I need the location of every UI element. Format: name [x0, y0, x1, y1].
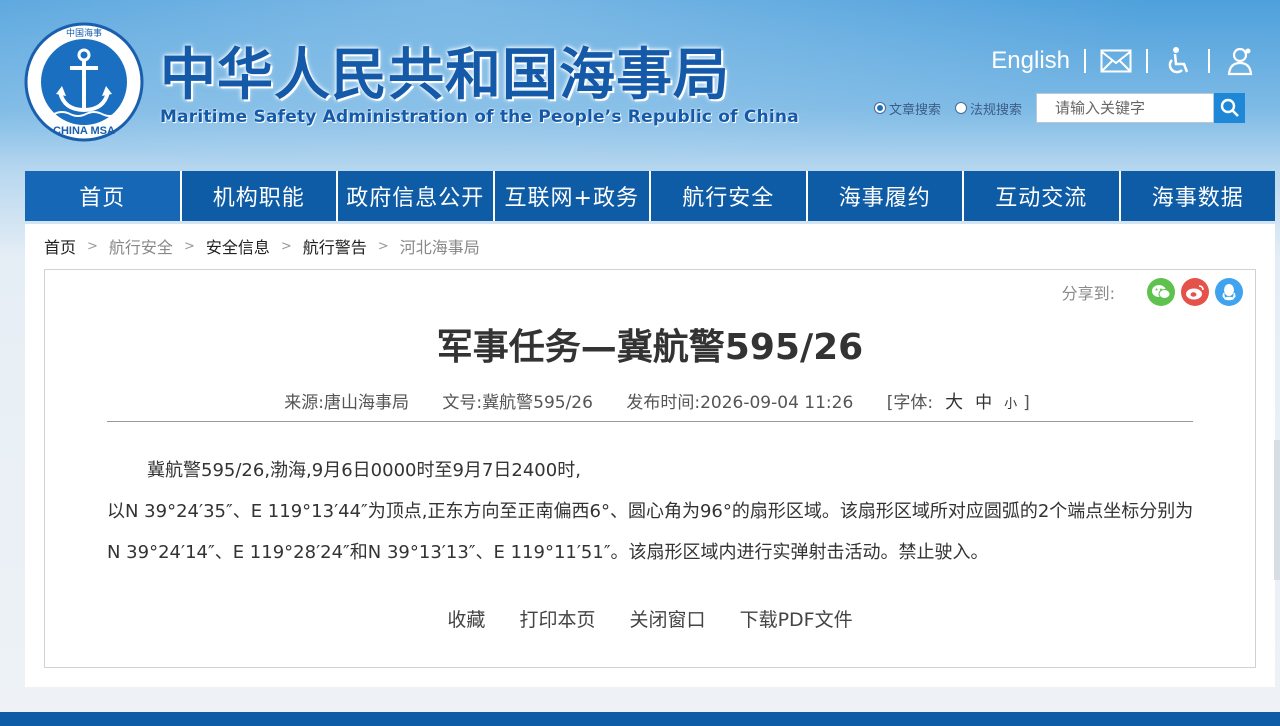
breadcrumb-hebei-msa[interactable]: 河北海事局 — [400, 234, 480, 258]
radio-label: 文章搜索 — [889, 102, 942, 118]
site-title-en[interactable]: Maritime Safety Administration of the Pe… — [160, 107, 799, 127]
breadcrumb-separator: > — [87, 238, 98, 254]
font-size-small[interactable]: 小 — [1004, 397, 1017, 412]
qq-icon[interactable] — [1215, 278, 1243, 306]
accessibility-icon[interactable] — [1162, 46, 1194, 76]
footer-bar — [0, 712, 1280, 726]
share-bar: 分享到: — [1062, 278, 1243, 306]
article-box: 分享到: 军事任务—冀航警595/26 来源:唐山海事局 文号:冀航警595/2… — [44, 269, 1256, 668]
breadcrumb-navigation-safety[interactable]: 航行安全 — [109, 234, 173, 258]
search-area: 文章搜索 法规搜索 请输入关键字 — [874, 92, 1246, 124]
close-window-link[interactable]: 关闭窗口 — [630, 609, 706, 631]
nav-item-navigation-safety[interactable]: 航行安全 — [651, 171, 806, 221]
logo-text-en: CHINA MSA — [53, 125, 115, 137]
article-meta: 来源:唐山海事局 文号:冀航警595/26 发布时间:2026-09-04 11… — [45, 388, 1255, 414]
nav-item-home[interactable]: 首页 — [25, 171, 180, 221]
msa-logo-emblem[interactable]: CHINA MSA 中国海事 — [24, 22, 144, 142]
weibo-icon[interactable] — [1181, 278, 1209, 306]
main-nav: 首页 机构职能 政府信息公开 互联网+政务 航行安全 海事履约 互动交流 海事数… — [25, 171, 1275, 221]
article-source: 来源:唐山海事局 — [284, 393, 409, 413]
breadcrumb-nav-warning[interactable]: 航行警告 — [303, 234, 367, 258]
english-link[interactable]: English — [991, 47, 1070, 75]
logo-text-cn: 中国海事 — [66, 27, 102, 39]
radio-label: 法规搜索 — [970, 102, 1023, 118]
breadcrumb-separator: > — [377, 238, 389, 254]
search-icon — [1220, 98, 1239, 117]
nav-item-data[interactable]: 海事数据 — [1120, 171, 1275, 221]
article-paragraph: 以N 39°24′35″、E 119°13′44″为顶点,正东方向至正南偏西6°… — [107, 501, 1194, 563]
font-size-medium[interactable]: 中 — [975, 393, 992, 413]
nav-item-internet-gov[interactable]: 互联网+政务 — [494, 171, 649, 221]
font-size-label-end: ] — [1023, 393, 1030, 413]
radio-button[interactable] — [955, 102, 968, 114]
article-doc-number: 文号:冀航警595/26 — [442, 393, 593, 413]
title-divider — [107, 421, 1193, 422]
nav-item-functions[interactable]: 机构职能 — [181, 171, 336, 221]
divider — [1208, 49, 1210, 73]
divider — [1146, 49, 1148, 73]
article-publish-time: 发布时间:2026-09-04 11:26 — [626, 393, 854, 413]
breadcrumb-separator: > — [280, 238, 292, 254]
nav-item-interaction[interactable]: 互动交流 — [964, 171, 1119, 221]
radio-law-search[interactable]: 法规搜索 — [955, 99, 1022, 118]
site-title-cn[interactable]: 中华人民共和国海事局 — [160, 30, 730, 110]
user-icon[interactable] — [1224, 46, 1256, 76]
breadcrumb-home[interactable]: 首页 — [44, 234, 76, 258]
divider — [1084, 49, 1086, 73]
search-button[interactable] — [1214, 93, 1246, 123]
download-pdf-link[interactable]: 下载PDF文件 — [740, 609, 853, 631]
font-size-large[interactable]: 大 — [945, 392, 963, 413]
article-title: 军事任务—冀航警595/26 — [436, 327, 864, 368]
font-size-label: [字体: — [886, 393, 934, 413]
nav-item-gov-info[interactable]: 政府信息公开 — [338, 171, 493, 221]
nav-item-compliance[interactable]: 海事履约 — [807, 171, 962, 221]
top-links: English — [991, 44, 1256, 78]
mail-icon[interactable] — [1100, 46, 1132, 76]
radio-article-search[interactable]: 文章搜索 — [874, 99, 941, 118]
search-input[interactable]: 请输入关键字 — [1036, 93, 1215, 123]
article-paragraph: 冀航警595/26,渤海,9月6日0000时至9月7日2400时, — [147, 460, 581, 481]
page-scrollbar[interactable] — [1274, 440, 1280, 580]
radio-button-selected[interactable] — [874, 102, 886, 114]
breadcrumb: 首页 > 航行安全 > 安全信息 > 航行警告 > 河北海事局 — [44, 234, 480, 258]
main-panel: 首页 > 航行安全 > 安全信息 > 航行警告 > 河北海事局 分享到: 军事任… — [25, 224, 1275, 687]
share-label: 分享到: — [1061, 284, 1115, 303]
wechat-icon[interactable] — [1147, 278, 1175, 306]
breadcrumb-separator: > — [183, 238, 195, 254]
print-link[interactable]: 打印本页 — [519, 609, 595, 631]
article-body: 冀航警595/26,渤海,9月6日0000时至9月7日2400时, 以N 39°… — [107, 450, 1197, 573]
breadcrumb-safety-info[interactable]: 安全信息 — [206, 234, 270, 258]
article-actions: 收藏 打印本页 关闭窗口 下载PDF文件 — [45, 605, 1255, 632]
favorite-link[interactable]: 收藏 — [447, 609, 485, 631]
